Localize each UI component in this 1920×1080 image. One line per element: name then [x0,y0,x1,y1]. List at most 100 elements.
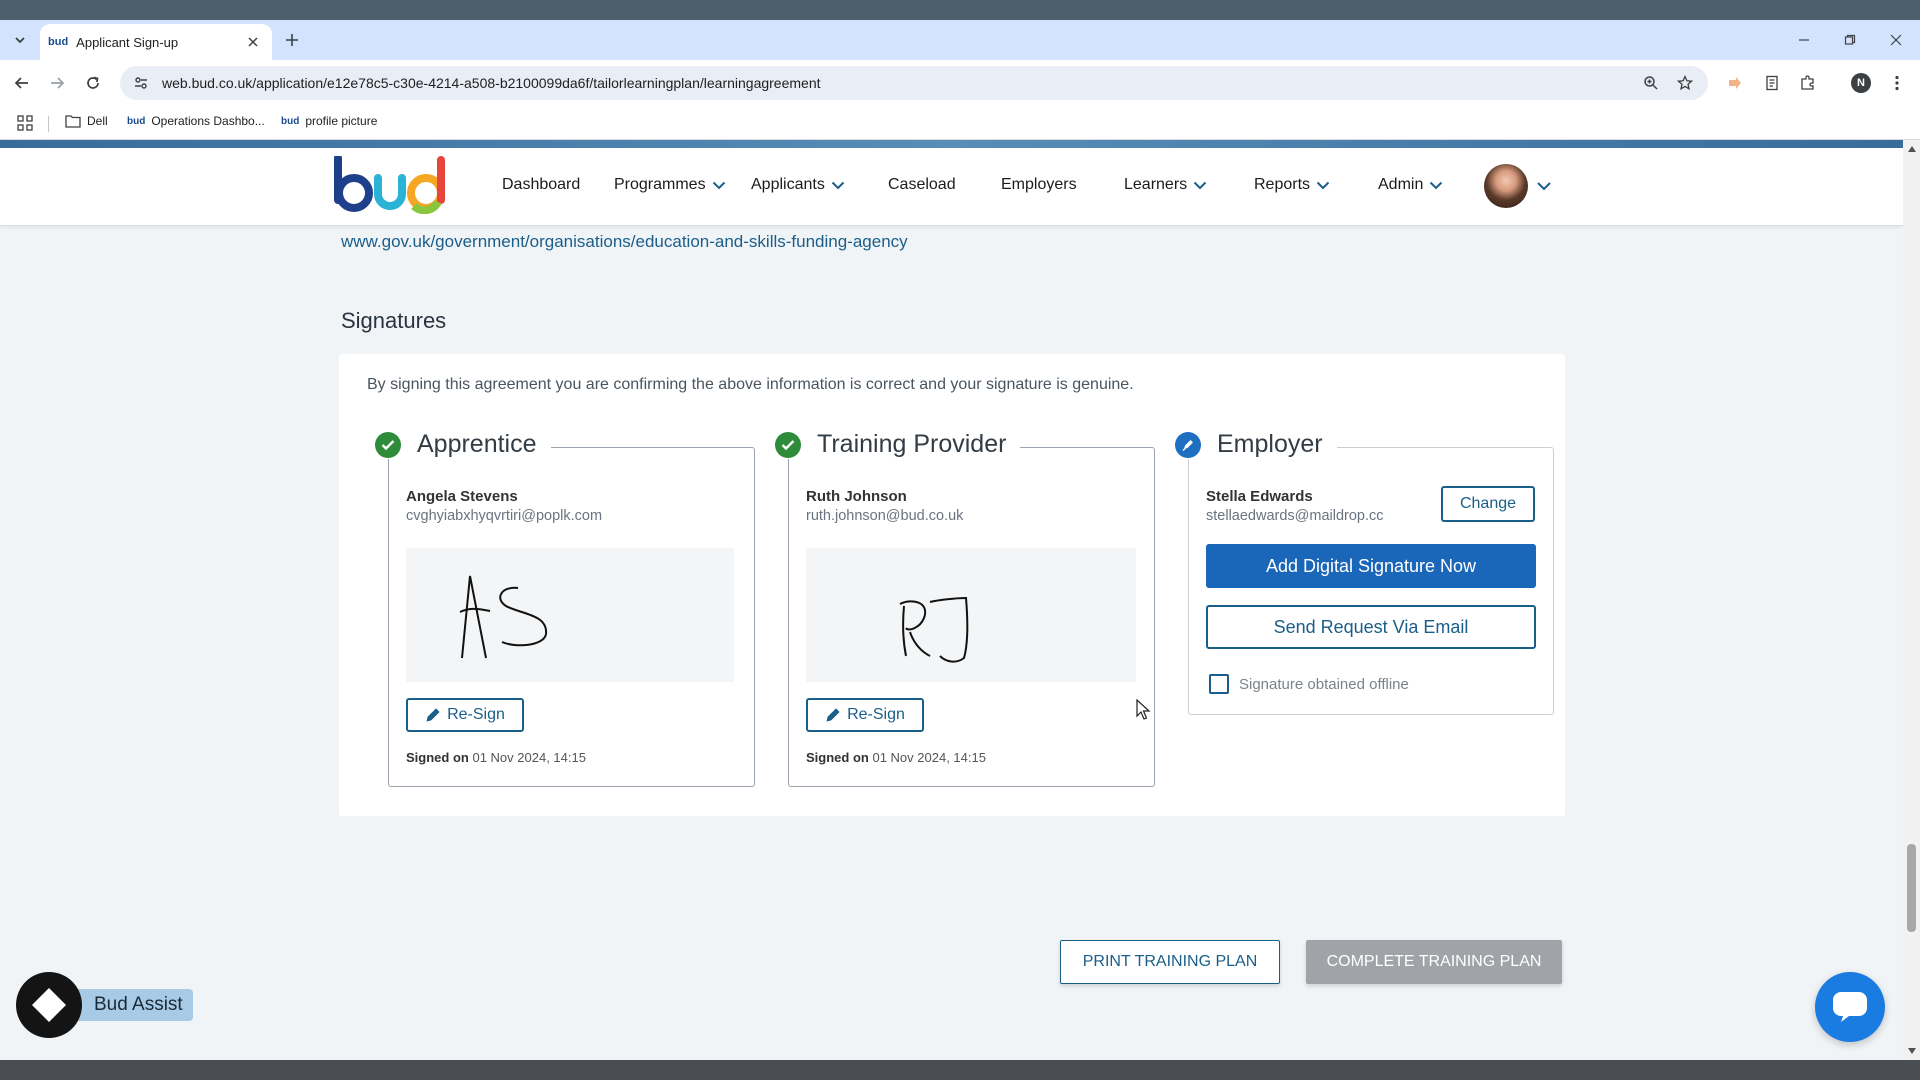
card-title: Apprentice [417,430,537,458]
scrollbar-thumb[interactable] [1907,844,1916,932]
card-legend: Employer [1175,430,1337,459]
nav-employers[interactable]: Employers [1001,176,1077,194]
apprentice-signature-card: Apprentice Angela Stevens cvghyiabxhyqvr… [375,430,755,787]
bud-logo[interactable] [330,154,454,215]
offline-signature-label: Signature obtained offline [1239,675,1409,693]
bookmark-label: profile picture [305,114,378,128]
user-menu-chevron-icon[interactable] [1536,178,1552,196]
tab-search-chevron-icon[interactable] [10,30,30,50]
signature-image [806,548,1136,682]
bookmark-operations-dashboard[interactable]: bud Operations Dashbo... [127,114,265,128]
nav-label: Dashboard [502,176,581,193]
tab-title: Applicant Sign-up [76,34,179,50]
bookmarks-separator [48,116,49,132]
forward-arrow-icon[interactable] [46,72,68,94]
chevron-down-icon [831,181,845,190]
bud-favicon: bud [281,115,300,127]
offline-signature-row[interactable]: Signature obtained offline [1209,674,1409,694]
bud-assist-widget[interactable]: Bud Assist [16,972,193,1038]
scroll-up-arrow-icon[interactable] [1907,144,1916,154]
nav-label: Learners [1124,176,1188,193]
site-info-icon[interactable] [132,74,150,92]
check-circle-icon [775,431,801,458]
extensions-puzzle-icon[interactable] [1797,72,1819,94]
extension-arrow-icon[interactable] [1724,72,1746,94]
bud-assist-diamond-icon[interactable] [16,972,82,1038]
signer-email: stellaedwards@maildrop.cc [1206,508,1384,524]
bookmarks-bar: Dell bud Operations Dashbo... bud profil… [0,106,1920,140]
apps-grid-icon[interactable] [17,115,33,131]
nav-applicants[interactable]: Applicants [751,176,845,194]
print-training-plan-button[interactable]: PRINT TRAINING PLAN [1060,940,1280,984]
signatures-panel: By signing this agreement you are confir… [339,354,1565,816]
change-employer-button[interactable]: Change [1441,486,1535,522]
signed-on-text: Signed on 01 Nov 2024, 14:15 [806,750,986,765]
nav-label: Employers [1001,176,1077,193]
bookmark-profile-picture[interactable]: bud profile picture [281,114,377,128]
back-arrow-icon[interactable] [11,72,33,94]
bookmark-dell[interactable]: Dell [65,114,108,128]
desktop-bottom-strip [0,1060,1920,1080]
add-digital-signature-button[interactable]: Add Digital Signature Now [1206,544,1536,588]
nav-reports[interactable]: Reports [1254,176,1330,194]
nav-label: Caseload [888,176,956,193]
card-legend: Training Provider [775,430,1021,459]
restore-icon[interactable] [1840,30,1860,50]
bud-logo-mark [334,154,445,215]
signed-on-label: Signed on [806,750,869,765]
signer-email: cvghyiabxhyqvrtiri@poplk.com [406,508,603,524]
employer-signature-card: Employer Stella Edwards stellaedwards@ma… [1175,430,1554,715]
url-host: web.bud.co.uk [162,75,253,91]
apprentice-resign-button[interactable]: Re-Sign [406,698,524,732]
nav-label: Admin [1378,176,1424,193]
reading-list-icon[interactable] [1761,72,1783,94]
check-circle-icon [375,431,401,458]
chevron-down-icon [1193,181,1207,190]
browser-tab-active[interactable]: bud Applicant Sign-up [40,24,272,60]
nav-learners[interactable]: Learners [1124,176,1207,194]
bookmark-label: Dell [87,114,108,128]
signed-on-label: Signed on [406,750,469,765]
nav-dashboard[interactable]: Dashboard [502,176,580,194]
signer-email: ruth.johnson@bud.co.uk [806,508,964,524]
send-request-email-button[interactable]: Send Request Via Email [1206,605,1536,649]
browser-toolbar: web.bud.co.uk/application/e12e78c5-c30e-… [0,60,1920,106]
browser-menu-icon[interactable] [1886,72,1908,94]
provider-signature-card: Training Provider Ruth Johnson ruth.john… [775,430,1155,787]
bud-assist-label[interactable]: Bud Assist [70,989,193,1021]
nav-label: Applicants [751,176,825,193]
pen-nib-icon [1175,431,1201,458]
close-window-icon[interactable] [1886,30,1906,50]
user-avatar[interactable] [1484,164,1528,208]
signature-image [406,548,734,682]
new-tab-plus-icon[interactable] [282,30,302,50]
zoom-icon[interactable] [1640,72,1662,94]
signed-on-date: 01 Nov 2024, 14:15 [472,750,586,765]
pencil-icon [425,707,441,723]
signatures-heading: Signatures [341,308,447,333]
url-text: web.bud.co.uk/application/e12e78c5-c30e-… [162,75,1628,91]
signer-name: Stella Edwards [1206,488,1313,505]
bookmark-star-icon[interactable] [1674,72,1696,94]
scroll-down-arrow-icon[interactable] [1907,1046,1916,1056]
page-scrollbar[interactable] [1903,140,1920,1060]
bud-favicon: bud [127,115,146,127]
address-bar[interactable]: web.bud.co.uk/application/e12e78c5-c30e-… [120,66,1708,100]
minimize-icon[interactable] [1794,30,1814,50]
esfa-link[interactable]: www.gov.uk/government/organisations/educ… [341,232,908,252]
chevron-down-icon [1429,181,1443,190]
bookmark-label: Operations Dashbo... [151,114,265,128]
provider-resign-button[interactable]: Re-Sign [806,698,924,732]
resign-label: Re-Sign [847,706,905,723]
app-header: Dashboard Programmes Applicants Caseload… [0,148,1903,226]
nav-programmes[interactable]: Programmes [614,176,726,194]
tab-close-icon[interactable] [244,33,262,51]
profile-avatar-icon[interactable]: N [1850,72,1872,94]
nav-caseload[interactable]: Caseload [888,176,956,194]
nav-admin[interactable]: Admin [1378,176,1443,194]
reload-icon[interactable] [82,72,104,94]
offline-signature-checkbox[interactable] [1209,674,1229,694]
complete-training-plan-button[interactable]: COMPLETE TRAINING PLAN [1306,940,1562,984]
chat-bubble-icon[interactable] [1815,972,1885,1042]
url-path: /application/e12e78c5-c30e-4214-a508-b21… [252,75,821,91]
